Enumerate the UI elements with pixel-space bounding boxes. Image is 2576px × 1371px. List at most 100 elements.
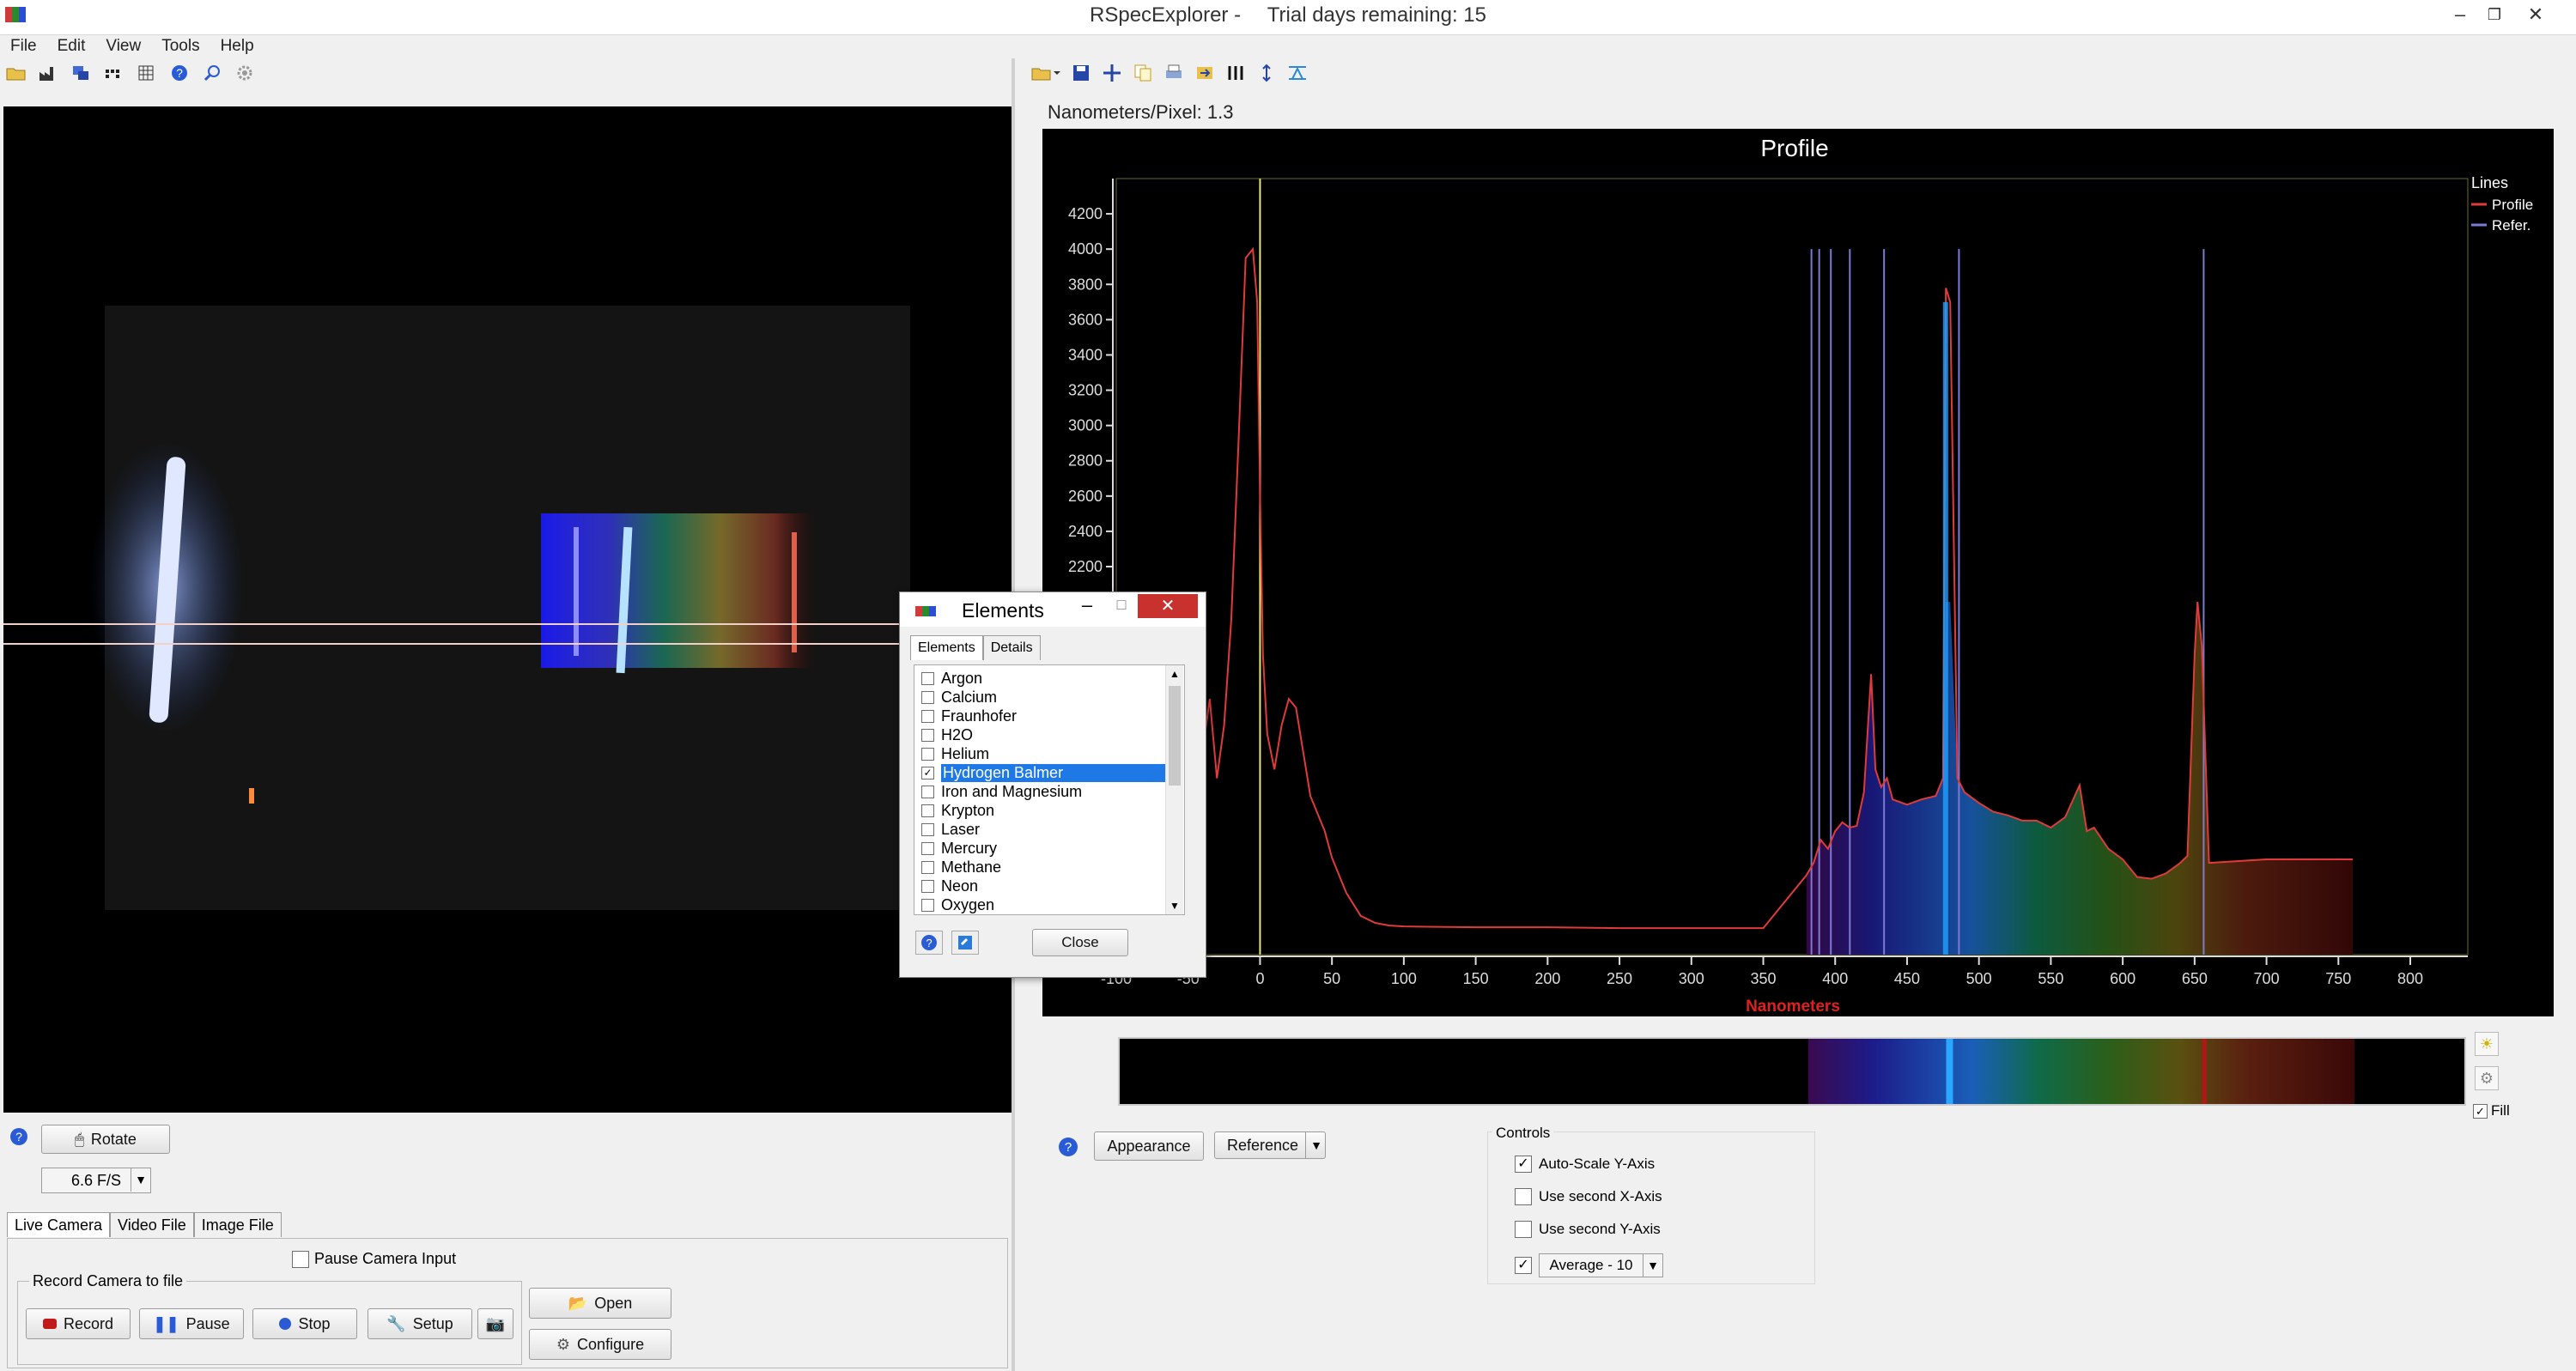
profile-chart[interactable]: Profile 2200 2400 2600 2800 3000 3200 3400 3600… [1042,129,2554,1016]
restore-icon[interactable]: ❐ [2475,0,2514,29]
second-y-axis-checkbox[interactable] [1515,1221,1532,1238]
strip-settings-icon[interactable]: ⚙ [2475,1066,2499,1090]
element-checkbox[interactable]: ✓ [921,766,934,780]
average-select[interactable]: Average - 10 [1539,1253,1643,1277]
element-checkbox[interactable] [921,728,934,742]
element-label: Oxygen [941,895,995,913]
element-checkbox[interactable] [921,785,934,798]
second-y-axis-option[interactable]: Use second Y-Axis [1515,1221,1661,1238]
fill-checkbox[interactable]: ✓ [2473,1103,2488,1119]
pause-input-checkbox[interactable] [292,1250,309,1268]
element-item[interactable]: Neon [921,877,1170,895]
tab-video-file[interactable]: Video File [110,1212,194,1237]
element-checkbox[interactable] [921,898,934,912]
rotate-button[interactable]: 🖱 Rotate [41,1125,170,1154]
factory-icon[interactable] [38,62,60,84]
element-item[interactable]: H2O [921,725,1170,744]
element-item[interactable]: Iron and Magnesium [921,782,1170,801]
open-button[interactable]: 📂 Open [529,1288,671,1319]
second-x-axis-option[interactable]: Use second X-Axis [1515,1188,1662,1205]
profile-help-icon[interactable]: ? [1056,1135,1080,1163]
fps-dropdown-arrow-icon[interactable]: ▼ [131,1168,150,1192]
element-item[interactable]: Helium [921,744,1170,763]
grid-icon[interactable] [136,62,158,84]
tab-live-camera[interactable]: Live Camera [7,1212,111,1237]
copy-icon[interactable] [1132,62,1154,84]
element-item[interactable]: Argon [921,669,1170,688]
element-checkbox[interactable] [921,671,934,685]
camera-help-icon[interactable]: ? [9,1126,29,1151]
element-item[interactable]: Calcium [921,688,1170,707]
save-icon[interactable] [1070,62,1092,84]
record-button[interactable]: Record [26,1308,131,1339]
appearance-button[interactable]: Appearance [1094,1131,1204,1161]
element-checkbox[interactable] [921,860,934,874]
peak-icon[interactable] [1286,62,1309,84]
second-x-axis-checkbox[interactable] [1515,1188,1532,1205]
settings-icon[interactable] [234,62,256,84]
auto-scale-y-checkbox[interactable]: ✓ [1515,1156,1532,1173]
crosshair-icon[interactable] [1101,62,1123,84]
setup-button[interactable]: 🔧 Setup [368,1308,472,1339]
columns-icon[interactable] [1224,62,1247,84]
average-checkbox[interactable]: ✓ [1515,1257,1532,1274]
element-item[interactable]: ✓ Hydrogen Balmer [921,763,1170,782]
dots-icon[interactable] [103,62,125,84]
fill-option[interactable]: ✓ Fill [2473,1102,2510,1119]
menu-tools[interactable]: Tools [151,34,210,58]
pause-camera-input-option[interactable]: Pause Camera Input [292,1250,456,1268]
scroll-thumb[interactable] [1169,686,1181,786]
dialog-refresh-icon[interactable] [951,931,979,955]
menu-help[interactable]: Help [210,34,264,58]
average-dropdown-arrow-icon[interactable]: ▼ [1643,1253,1663,1277]
auto-scale-y-option[interactable]: ✓ Auto-Scale Y-Axis [1515,1156,1655,1173]
scroll-up-icon[interactable]: ▲ [1166,665,1183,682]
menu-file[interactable]: File [0,34,47,58]
export-icon[interactable] [1194,62,1216,84]
open-folder-icon[interactable] [5,62,27,84]
element-item[interactable]: Mercury [921,839,1170,858]
dialog-close-button[interactable]: Close [1032,929,1128,956]
stop-button[interactable]: Stop [252,1308,357,1339]
zoom-icon[interactable] [201,62,223,84]
close-window-icon[interactable]: ✕ [2516,0,2555,29]
list-scrollbar[interactable]: ▲ ▼ [1165,665,1183,914]
element-checkbox[interactable] [921,804,934,817]
lightbulb-icon[interactable]: ☀ [2475,1032,2499,1056]
element-item[interactable]: Laser [921,820,1170,839]
dialog-minimize-icon[interactable]: – [1072,594,1103,616]
tab-elements[interactable]: Elements [910,635,983,660]
average-option[interactable]: ✓ Average - 10 ▼ [1515,1253,1663,1277]
help-icon[interactable]: ? [168,62,191,84]
open-profile-icon[interactable] [1030,62,1061,84]
camera-view[interactable] [3,106,1012,1113]
element-item[interactable]: Krypton [921,801,1170,820]
element-checkbox[interactable] [921,709,934,723]
dialog-titlebar[interactable]: Elements – □ ✕ [900,592,1206,627]
reference-dropdown-arrow-icon[interactable]: ▼ [1305,1131,1327,1159]
element-checkbox[interactable] [921,690,934,704]
snapshot-button[interactable]: 📷 [477,1308,513,1339]
dialog-close-icon[interactable]: ✕ [1138,594,1198,618]
element-item[interactable]: Oxygen [921,895,1170,914]
element-item[interactable]: Fraunhofer [921,707,1170,725]
element-checkbox[interactable] [921,747,934,761]
menu-edit[interactable]: Edit [47,34,96,58]
element-checkbox[interactable] [921,822,934,836]
vertical-resize-icon[interactable] [1255,62,1278,84]
dialog-help-icon[interactable]: ? [915,931,943,955]
pause-button[interactable]: ❚❚ Pause [139,1308,244,1339]
dialog-maximize-icon[interactable]: □ [1106,596,1137,614]
element-checkbox[interactable] [921,841,934,855]
print-icon[interactable] [1163,62,1185,84]
setup-label: Setup [412,1314,453,1332]
tab-image-file[interactable]: Image File [193,1212,282,1237]
tab-details[interactable]: Details [982,635,1041,660]
element-item[interactable]: Methane [921,858,1170,877]
layers-icon[interactable] [70,62,93,84]
element-checkbox[interactable] [921,879,934,893]
scroll-down-icon[interactable]: ▼ [1166,897,1183,914]
configure-button[interactable]: ⚙ Configure [529,1329,671,1360]
elements-list[interactable]: Argon Calcium Fraunhofer H2O Helium ✓ Hydrogen… [914,664,1185,915]
menu-view[interactable]: View [95,34,151,58]
